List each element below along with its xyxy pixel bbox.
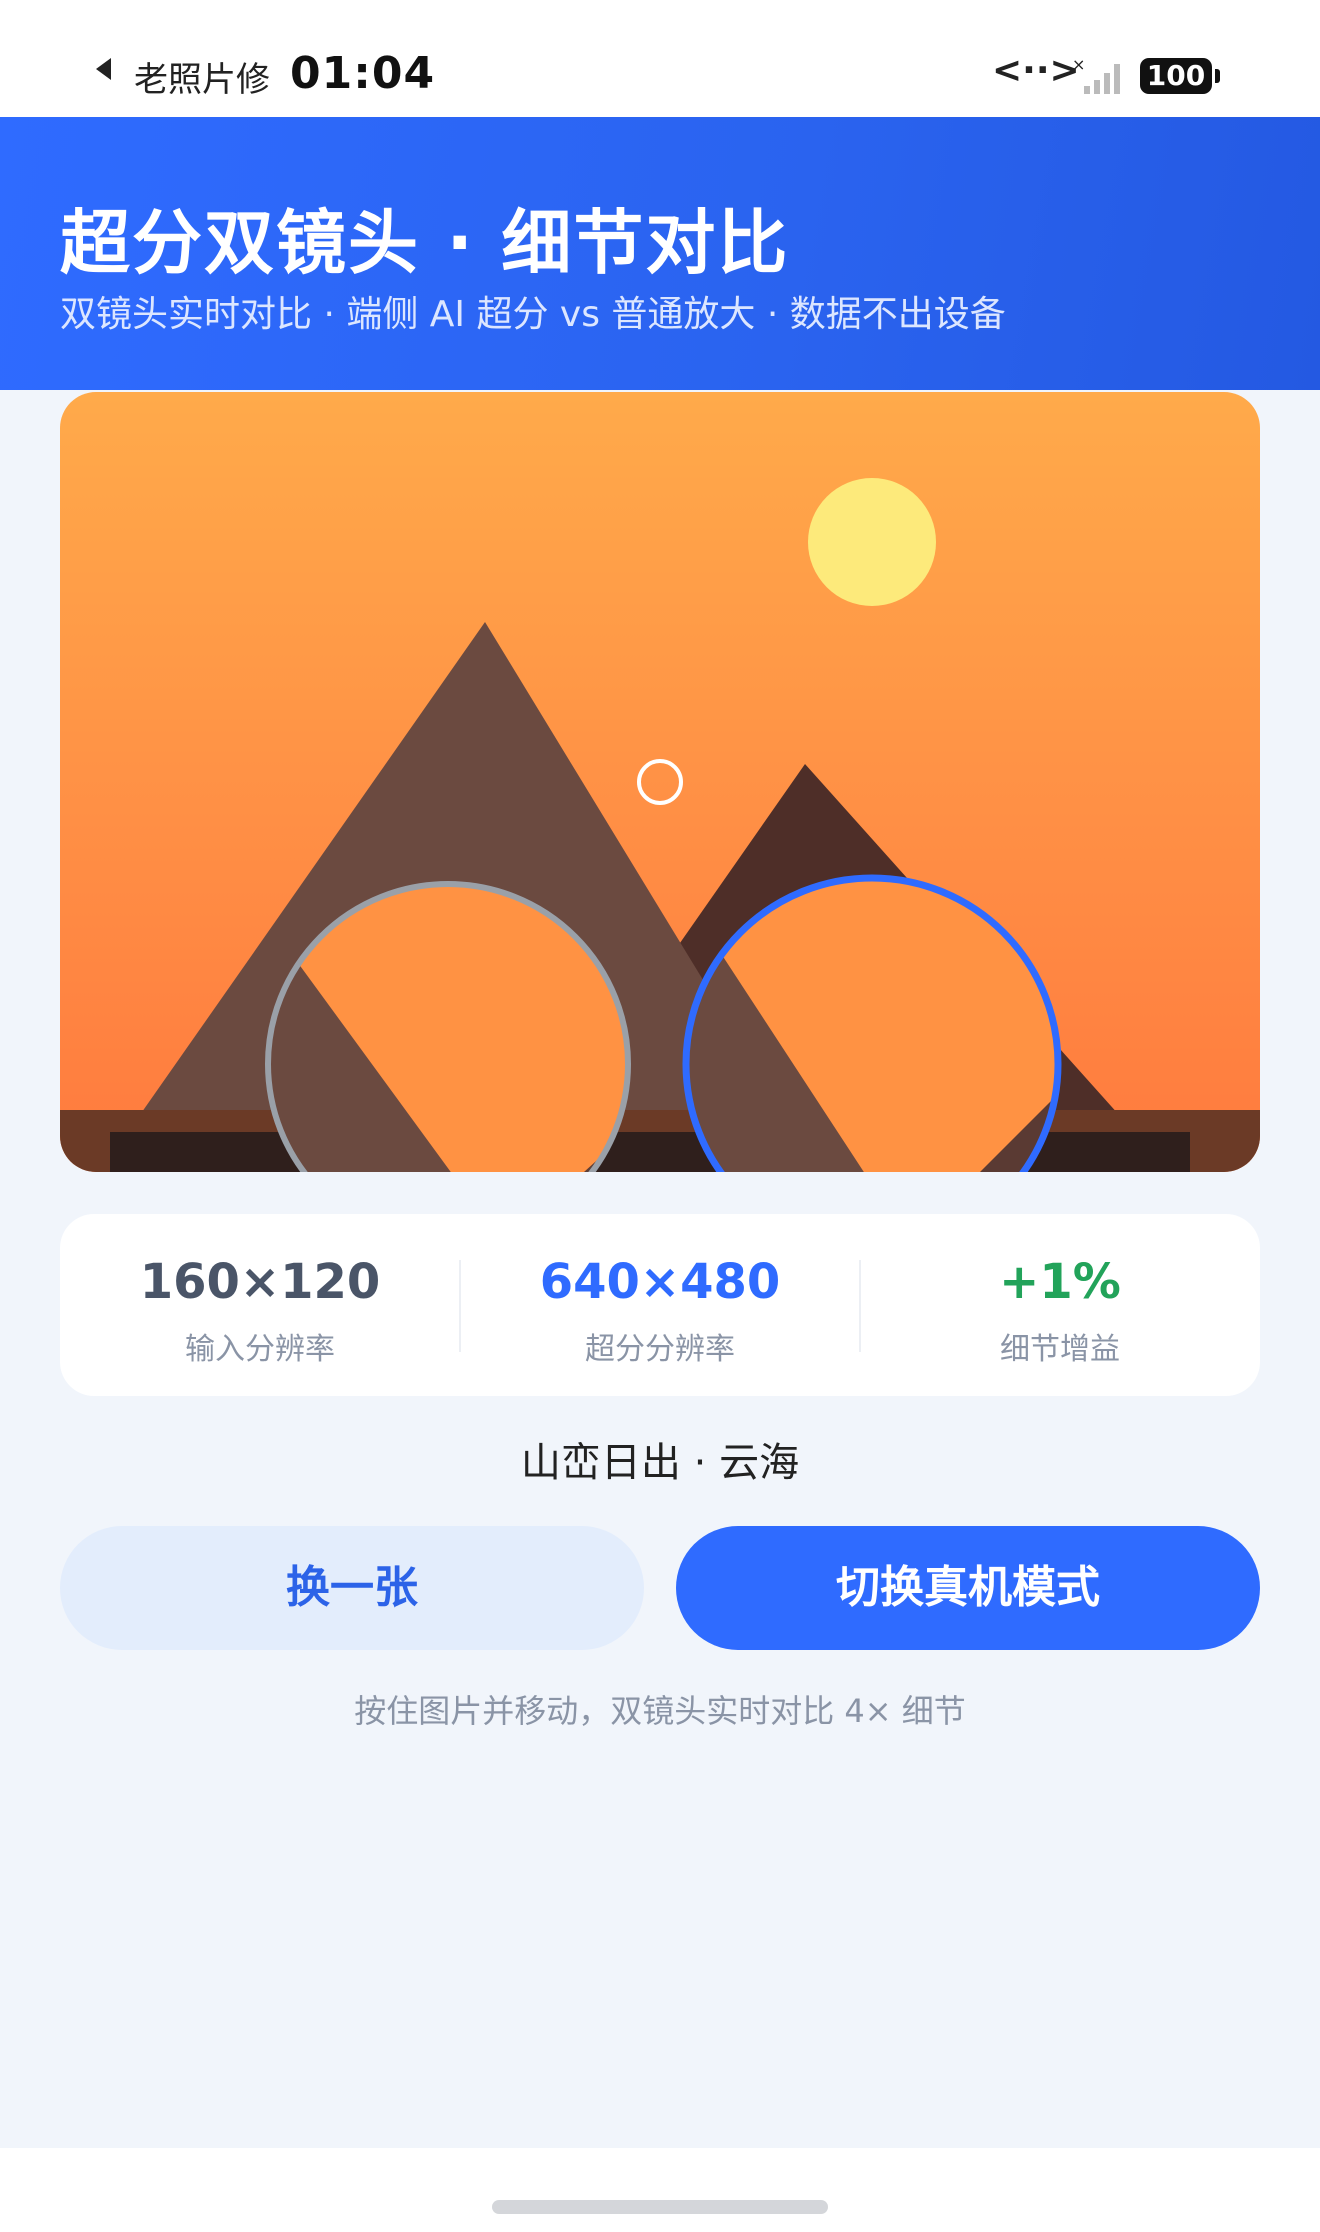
header-banner: 超分双镜头 · 细节对比 双镜头实时对比 · 端侧 AI 超分 vs 普通放大 … [0, 117, 1320, 390]
image-caption: 山峦日出 · 云海 [520, 1440, 800, 1486]
signal-icon: × [1072, 56, 1120, 94]
change-image-button[interactable]: 换一张 [60, 1526, 644, 1650]
page-subtitle: 双镜头实时对比 · 端侧 AI 超分 vs 普通放大 · 数据不出设备 [60, 294, 1006, 335]
back-arrow-icon[interactable] [96, 58, 111, 80]
output-resolution-label: 超分分辨率 [585, 1332, 735, 1367]
svg-text:×: × [1072, 56, 1085, 74]
sunrise-scene-image[interactable] [60, 392, 1260, 1172]
output-resolution-value: 640×480 [539, 1254, 781, 1310]
bottom-safe-area [0, 2148, 1320, 2232]
input-resolution-value: 160×120 [139, 1254, 381, 1310]
status-bar: 老照片修 01:04 <··> × 100 [0, 0, 1320, 117]
network-icon: <··> [992, 50, 1080, 91]
detail-gain-label: 细节增益 [1000, 1332, 1120, 1367]
detail-gain-value: +1% [999, 1254, 1121, 1310]
back-app-label[interactable]: 老照片修 [134, 52, 270, 101]
stat-input-resolution: 160×120 输入分辨率 [60, 1214, 460, 1396]
page-title: 超分双镜头 · 细节对比 [60, 202, 790, 284]
stats-card: 160×120 输入分辨率 640×480 超分分辨率 +1% 细节增益 [60, 1214, 1260, 1396]
input-resolution-label: 输入分辨率 [185, 1332, 335, 1367]
home-indicator[interactable] [492, 2200, 828, 2214]
stat-detail-gain: +1% 细节增益 [860, 1214, 1260, 1396]
usage-hint: 按住图片并移动，双镜头实时对比 4× 细节 [354, 1692, 966, 1730]
comparison-image[interactable] [60, 392, 1260, 1172]
stat-output-resolution: 640×480 超分分辨率 [460, 1214, 860, 1396]
clock: 01:04 [290, 48, 436, 99]
battery-icon: 100 [1140, 58, 1220, 94]
switch-device-mode-button[interactable]: 切换真机模式 [676, 1526, 1260, 1650]
sun-shape [808, 478, 936, 606]
